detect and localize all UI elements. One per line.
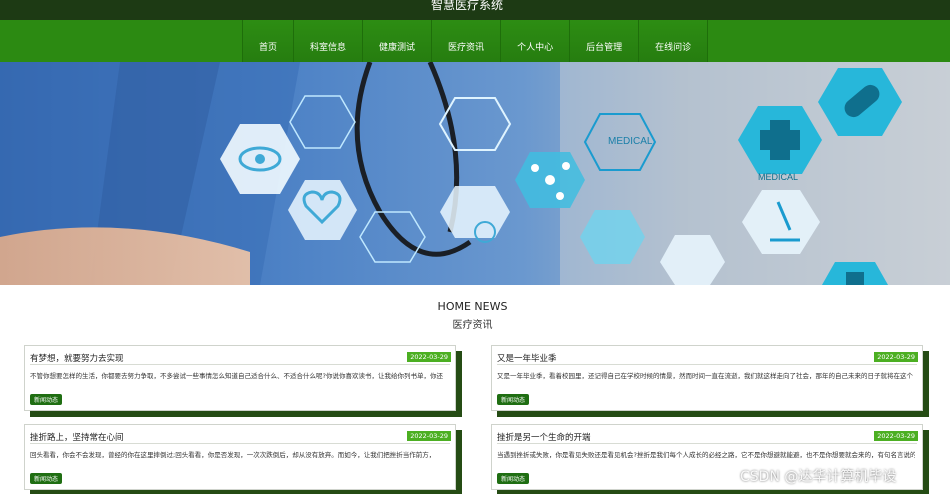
news-card-date: 2022-03-29 — [874, 352, 918, 362]
news-section-subtitle: 医疗资讯 — [452, 320, 493, 331]
divider — [497, 364, 917, 365]
site-title: 智慧医疗系统 — [430, 0, 503, 12]
news-card-tag[interactable]: 新闻动态 — [30, 473, 63, 484]
nav-item-admin[interactable]: 后台管理 — [569, 20, 639, 62]
news-section-title: HOME NEWS — [437, 300, 508, 313]
news-card-date: 2022-03-29 — [407, 431, 451, 441]
nav-item-online-consult[interactable]: 在线问诊 — [638, 20, 709, 62]
divider — [30, 443, 450, 444]
news-card-tag[interactable]: 新闻动态 — [497, 473, 530, 484]
news-card[interactable]: 挫折路上，坚持常在心间 2022-03-29 回头看看，你会不会发现，曾经的你在… — [24, 424, 456, 490]
hero-banner: MEDICAL MEDICAL — [0, 62, 950, 285]
news-card-title[interactable]: 有梦想，就要努力去实现 — [30, 352, 410, 364]
divider — [30, 364, 450, 365]
hexagon-heart-icon — [288, 180, 357, 240]
news-card-title[interactable]: 挫折是另一个生命的开端 — [497, 431, 877, 443]
main-nav: 首页 科室信息 健康测试 医疗资讯 个人中心 后台管理 在线问诊 — [0, 20, 950, 62]
top-bar: 智慧医疗系统 — [0, 0, 950, 20]
nav-item-personal-center[interactable]: 个人中心 — [500, 20, 570, 62]
news-card[interactable]: 又是一年毕业季 2022-03-29 又是一年毕业季，看着校园里，还记得自己在学… — [491, 345, 923, 411]
news-card-tag[interactable]: 新闻动态 — [30, 394, 63, 405]
csdn-watermark: CSDN @达华计算机毕设 — [740, 469, 897, 485]
news-card-summary: 又是一年毕业季，看着校园里，还记得自己在学校时候的情景，然而时间一直在流逝，我们… — [497, 372, 913, 380]
nav-item-medical-news[interactable]: 医疗资讯 — [431, 20, 501, 62]
news-card-date: 2022-03-29 — [874, 431, 918, 441]
news-card-title[interactable]: 又是一年毕业季 — [497, 352, 877, 364]
banner-illustration: MEDICAL MEDICAL — [0, 62, 950, 285]
news-card-date: 2022-03-29 — [407, 352, 451, 362]
svg-text:MEDICAL: MEDICAL — [608, 136, 653, 147]
nav-item-health-test[interactable]: 健康测试 — [362, 20, 432, 62]
nav-item-departments[interactable]: 科室信息 — [293, 20, 363, 62]
nav-items: 首页 科室信息 健康测试 医疗资讯 个人中心 后台管理 在线问诊 — [242, 20, 709, 62]
nav-item-home[interactable]: 首页 — [242, 20, 294, 62]
news-card-summary: 回头看看，你会不会发现，曾经的你在这里摔倒过;回头看看，你是否发现，一次次跌倒后… — [30, 451, 436, 459]
news-card-title[interactable]: 挫折路上，坚持常在心间 — [30, 431, 410, 443]
news-card[interactable]: 有梦想，就要努力去实现 2022-03-29 不管你想要怎样的生活，你都要去努力… — [24, 345, 456, 411]
news-card-tag[interactable]: 新闻动态 — [497, 394, 530, 405]
news-card-summary: 当遇到挫折或失败，你是看见失败还是看见机会?挫折是我们每个人成长的必经之路，它不… — [497, 451, 915, 459]
svg-text:MEDICAL: MEDICAL — [758, 172, 798, 182]
news-card-summary: 不管你想要怎样的生活，你都要去努力争取，不多尝试一些事情怎么知道自己适合什么、不… — [30, 372, 443, 380]
divider — [497, 443, 917, 444]
